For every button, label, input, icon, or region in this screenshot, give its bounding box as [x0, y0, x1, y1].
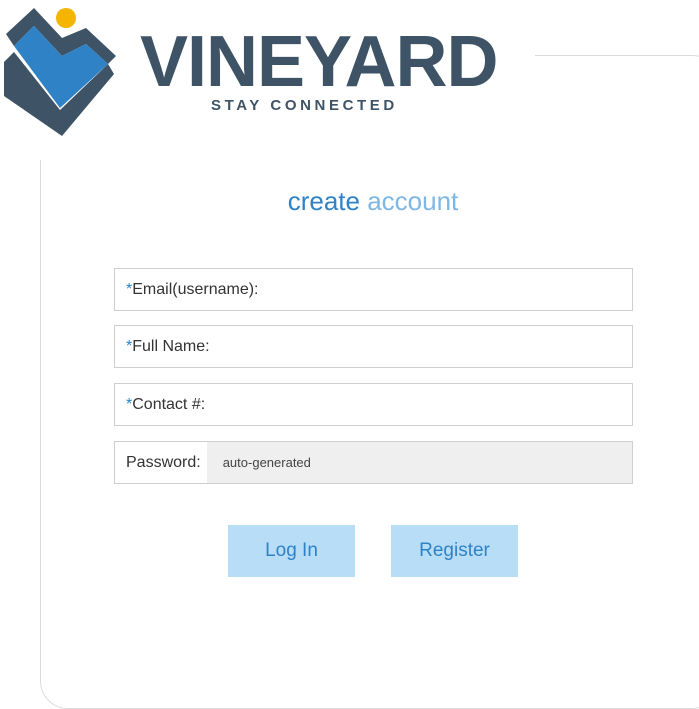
email-label: *Email(username):	[115, 281, 259, 299]
login-button[interactable]: Log In	[228, 525, 355, 577]
title-word-account: account	[367, 186, 459, 216]
title-word-create: create	[287, 186, 360, 216]
email-field: *Email(username):	[114, 268, 633, 311]
contact-input[interactable]	[205, 384, 632, 425]
register-button[interactable]: Register	[391, 525, 518, 577]
full-name-label: *Full Name:	[115, 338, 210, 356]
full-name-label-text: Full Name:	[132, 337, 210, 355]
contact-field: *Contact #:	[114, 383, 633, 426]
brand-tagline: STAY CONNECTED	[211, 97, 398, 114]
mountain-logo-icon	[4, 8, 116, 136]
page-title: create account	[0, 186, 699, 217]
contact-label: *Contact #:	[115, 396, 205, 414]
contact-label-text: Contact #:	[132, 395, 206, 413]
vineyard-logo: VINEYARD STAY CONNECTED	[0, 0, 535, 160]
password-label: Password:	[126, 453, 201, 471]
password-field: Password: auto-generated	[114, 441, 633, 484]
full-name-field: *Full Name:	[114, 325, 633, 368]
full-name-input[interactable]	[209, 326, 632, 367]
password-readonly-value: auto-generated	[206, 442, 632, 483]
brand-name: VINEYARD	[140, 22, 498, 102]
email-input[interactable]	[258, 269, 632, 310]
email-label-text: Email(username):	[132, 280, 259, 298]
